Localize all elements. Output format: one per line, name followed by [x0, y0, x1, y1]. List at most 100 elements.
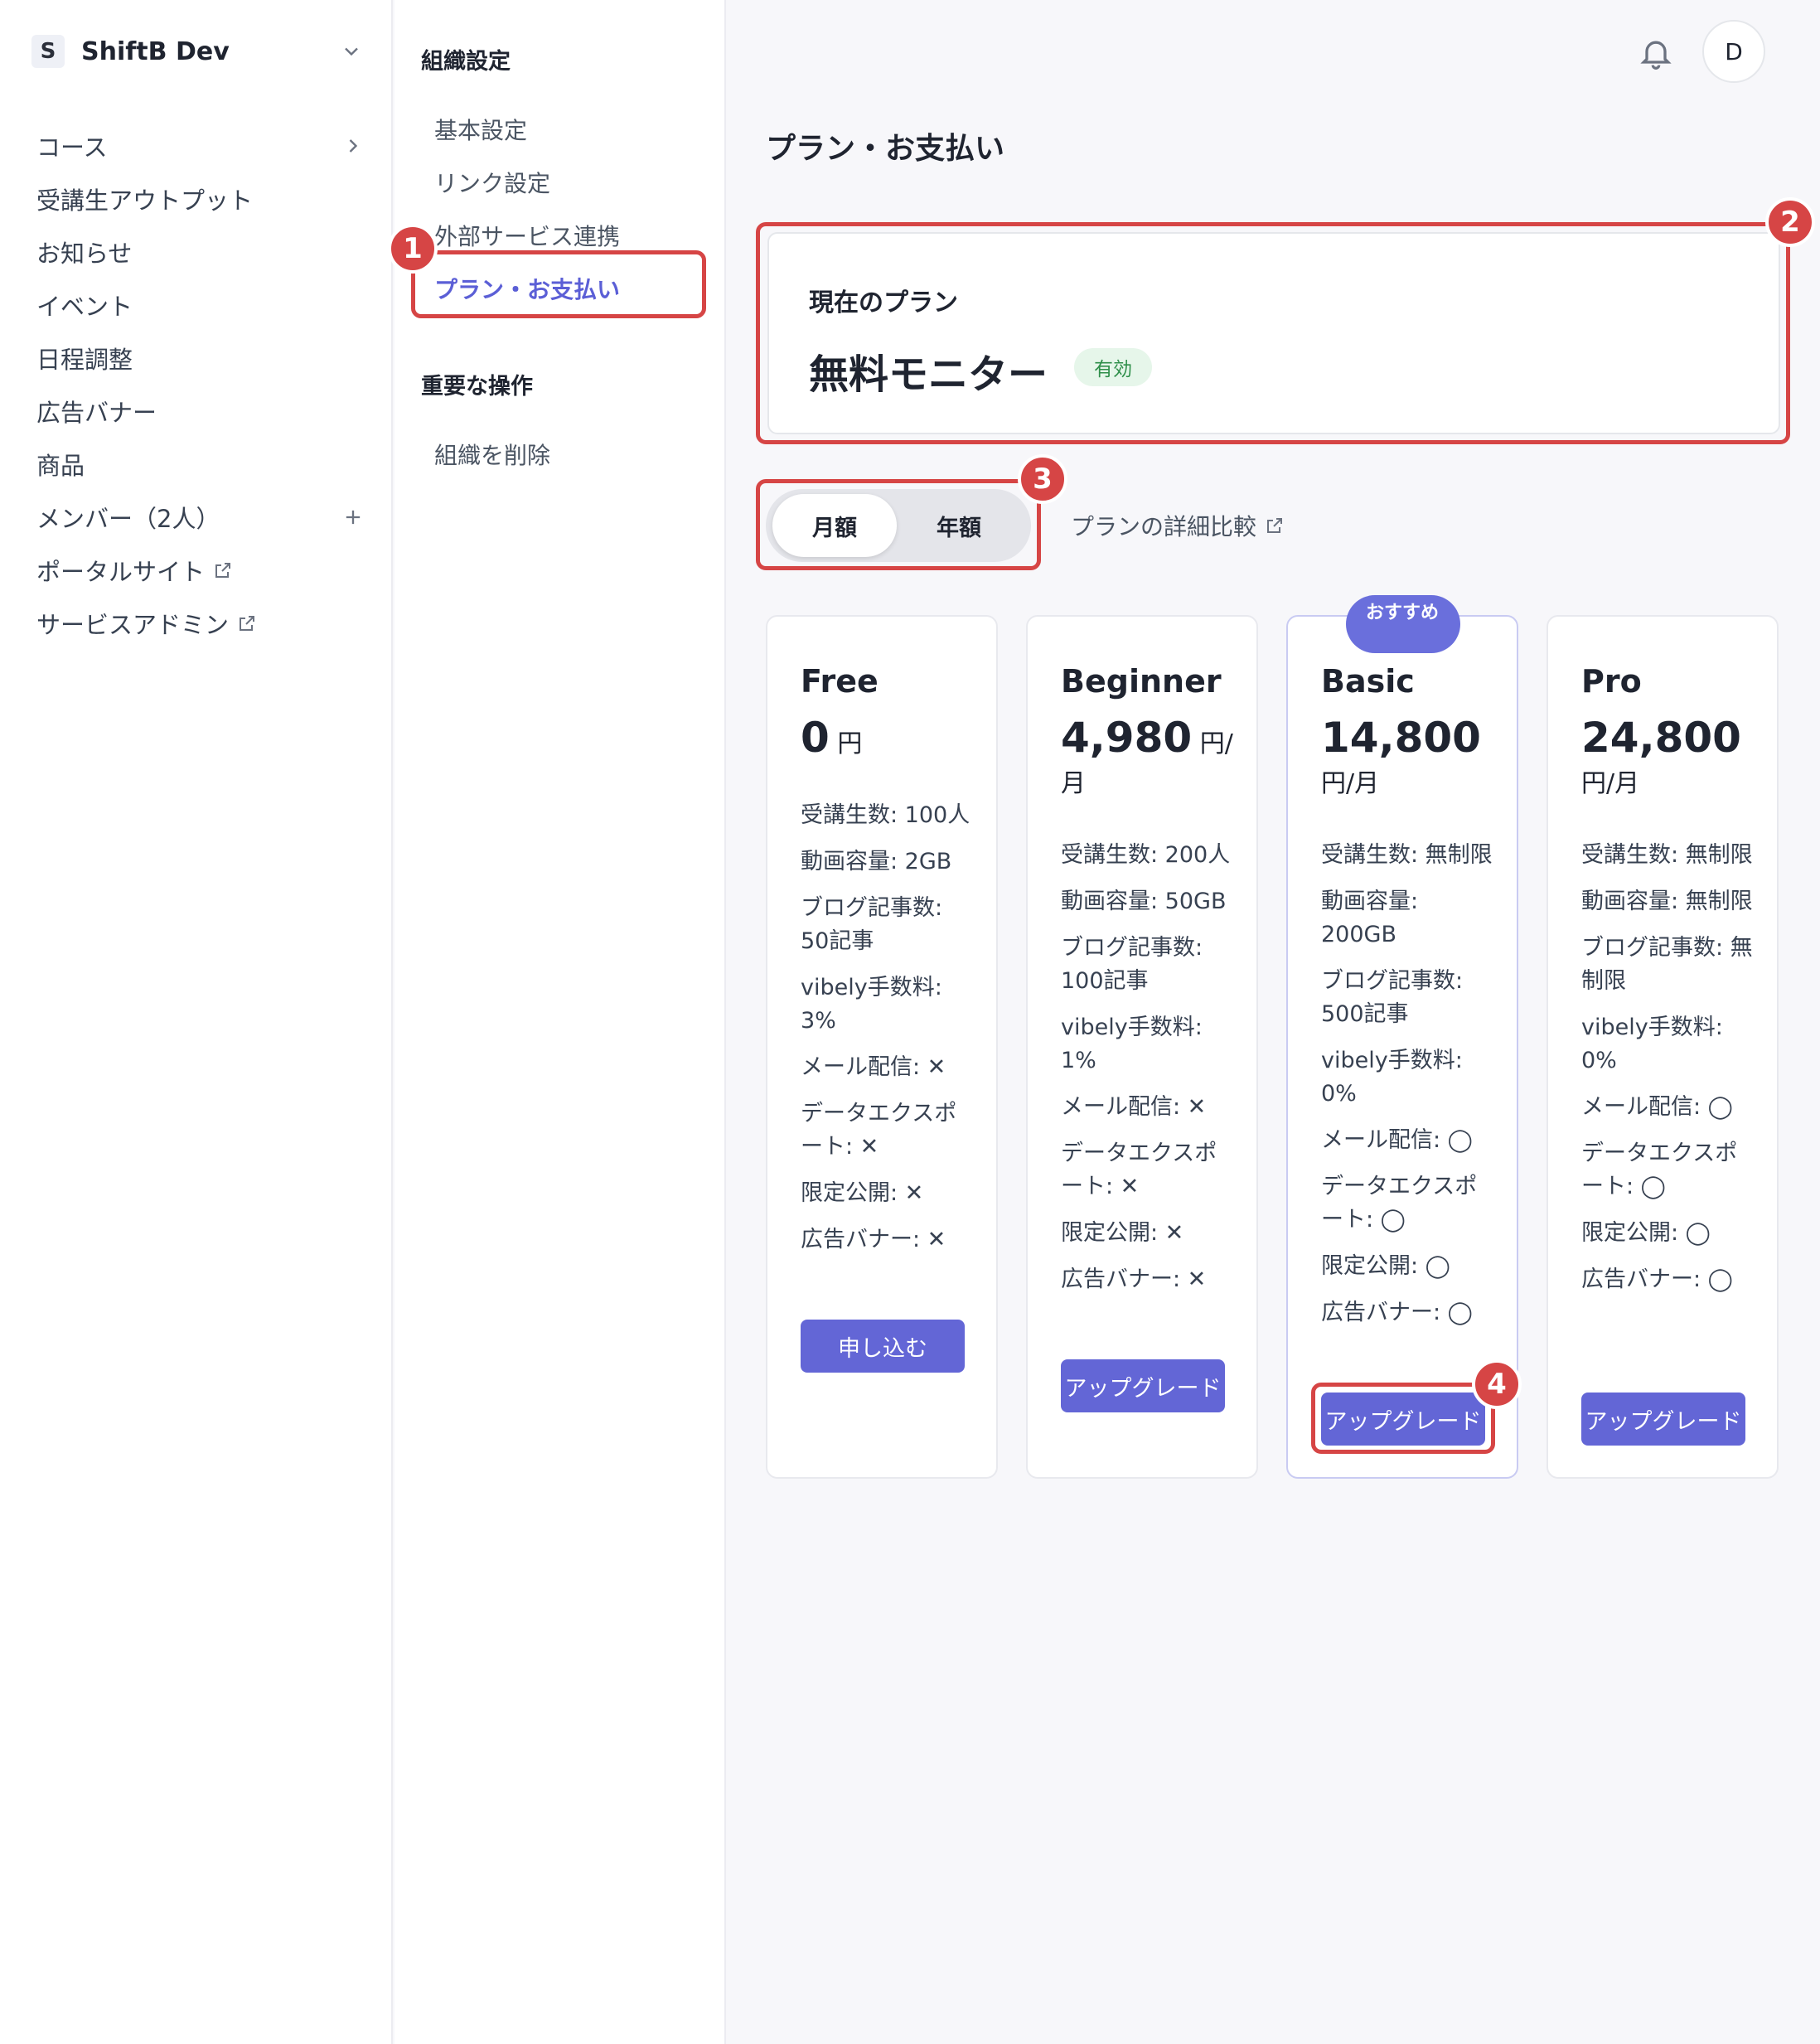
- settings-nav: 組織設定 基本設定 リンク設定 外部サービス連携 プラン・お支払い 重要な操作 …: [388, 0, 726, 2044]
- annotation-badge: 3: [1018, 454, 1067, 504]
- price-amount: 14,800: [1321, 714, 1481, 762]
- plan-card-beginner: Beginner 4,980 円/月 受講生数: 200人 動画容量: 50GB…: [1026, 615, 1258, 1479]
- nav-item-admin[interactable]: サービスアドミン: [36, 597, 365, 650]
- org-avatar: S: [31, 35, 65, 68]
- feature-item: vibely手数料: 1%: [1061, 1015, 1203, 1073]
- price-amount: 24,800: [1581, 714, 1741, 762]
- nav-label: 広告バナー: [36, 399, 157, 427]
- feature-item: データエクスポート: ✕: [1061, 1141, 1217, 1199]
- feature-item: 限定公開: ◯: [1321, 1253, 1450, 1279]
- plan-card-free: Free 0 円 受講生数: 100人 動画容量: 2GB ブログ記事数: 50…: [766, 615, 998, 1479]
- nav-item-outputs[interactable]: 受講生アウトプット: [36, 172, 365, 225]
- nav-label: ポータルサイト: [36, 558, 206, 586]
- plan-price: 14,800 円/月: [1321, 717, 1495, 804]
- feature-item: 限定公開: ✕: [1061, 1220, 1184, 1246]
- feature-item: 動画容量: 無制限: [1581, 889, 1753, 914]
- feature-item: データエクスポート: ◯: [1321, 1174, 1478, 1233]
- settings-item-external[interactable]: 外部サービス連携: [434, 219, 620, 252]
- plan-card-basic: おすすめ Basic 14,800 円/月 受講生数: 無制限 動画容量: 20…: [1286, 595, 1518, 1479]
- danger-heading: 重要な操作: [421, 374, 533, 400]
- settings-item-basic[interactable]: 基本設定: [434, 113, 527, 146]
- nav-label: 商品: [36, 452, 85, 480]
- feature-list: 受講生数: 200人 動画容量: 50GB ブログ記事数: 100記事 vibe…: [1061, 839, 1235, 1310]
- plan-name: Pro: [1581, 663, 1642, 700]
- chevron-down-icon: [345, 47, 358, 56]
- plus-icon[interactable]: [341, 506, 365, 529]
- external-link-icon: [215, 563, 231, 578]
- plan-price: 0 円: [801, 717, 975, 764]
- feature-item: vibely手数料: 0%: [1321, 1048, 1463, 1107]
- plan-price: 24,800 円/月: [1581, 717, 1755, 804]
- upgrade-button[interactable]: アップグレード: [1581, 1393, 1745, 1446]
- feature-item: ブログ記事数: 100記事: [1061, 935, 1203, 994]
- feature-list: 受講生数: 無制限 動画容量: 200GB ブログ記事数: 500記事 vibe…: [1321, 839, 1495, 1343]
- feature-item: 受講生数: 100人: [801, 802, 971, 828]
- nav-item-events[interactable]: イベント: [36, 279, 365, 332]
- feature-item: ブログ記事数: 500記事: [1321, 968, 1464, 1027]
- nav-item-members[interactable]: メンバー（2人）: [36, 491, 365, 544]
- highlight-box: [411, 250, 706, 318]
- highlight-box: [756, 222, 1790, 444]
- user-avatar[interactable]: D: [1702, 20, 1765, 83]
- nav-item-portal[interactable]: ポータルサイト: [36, 544, 365, 597]
- page-title: プラン・お支払い: [766, 132, 1005, 166]
- settings-item-delete[interactable]: 組織を削除: [434, 438, 550, 471]
- nav-label: サービスアドミン: [36, 611, 230, 639]
- upgrade-button[interactable]: アップグレード: [1061, 1359, 1225, 1412]
- recommended-badge: おすすめ: [1346, 595, 1460, 653]
- feature-item: メール配信: ◯: [1581, 1094, 1733, 1120]
- plan-price: 4,980 円/月: [1061, 717, 1235, 804]
- nav-label: お知らせ: [36, 240, 133, 268]
- plan-name: Free: [801, 663, 879, 700]
- nav-label: コース: [36, 133, 108, 162]
- feature-item: メール配信: ◯: [1321, 1127, 1473, 1153]
- apply-button[interactable]: 申し込む: [801, 1320, 965, 1373]
- external-link-icon: [1267, 518, 1283, 533]
- annotation-badge: 4: [1472, 1359, 1522, 1409]
- plan-card-pro: Pro 24,800 円/月 受講生数: 無制限 動画容量: 無制限 ブログ記事…: [1547, 615, 1779, 1479]
- settings-item-links[interactable]: リンク設定: [434, 166, 550, 199]
- feature-item: データエクスポート: ✕: [801, 1101, 957, 1160]
- feature-item: 動画容量: 200GB: [1321, 889, 1419, 947]
- plan-name: Beginner: [1061, 663, 1222, 700]
- settings-heading: 組織設定: [421, 49, 511, 75]
- price-amount: 4,980: [1061, 714, 1193, 762]
- org-switcher[interactable]: S ShiftB Dev: [31, 31, 363, 71]
- feature-item: 動画容量: 2GB: [801, 849, 952, 874]
- plan-compare-link[interactable]: プランの詳細比較: [1071, 509, 1285, 542]
- feature-item: メール配信: ✕: [801, 1054, 946, 1080]
- feature-item: データエクスポート: ◯: [1581, 1141, 1738, 1199]
- feature-item: 受講生数: 無制限: [1581, 842, 1753, 868]
- plan-name: Basic: [1321, 663, 1415, 700]
- feature-item: ブログ記事数: 無制限: [1581, 935, 1753, 994]
- main-nav: コース 受講生アウトプット お知らせ イベント 日程調整 広告バナー 商品 メン…: [36, 119, 365, 650]
- plan-compare-label: プランの詳細比較: [1071, 513, 1257, 540]
- nav-item-products[interactable]: 商品: [36, 438, 365, 491]
- feature-item: 広告バナー: ✕: [1061, 1267, 1207, 1292]
- feature-item: 広告バナー: ◯: [1321, 1300, 1473, 1325]
- bell-icon[interactable]: [1638, 35, 1674, 71]
- feature-item: vibely手数料: 3%: [801, 975, 942, 1034]
- feature-item: 動画容量: 50GB: [1061, 889, 1227, 914]
- feature-list: 受講生数: 無制限 動画容量: 無制限 ブログ記事数: 無制限 vibely手数…: [1581, 839, 1755, 1310]
- nav-label: メンバー（2人）: [36, 505, 220, 533]
- nav-label: イベント: [36, 293, 133, 321]
- price-unit: 円: [837, 729, 863, 758]
- nav-item-schedule[interactable]: 日程調整: [36, 332, 365, 385]
- nav-item-ads[interactable]: 広告バナー: [36, 385, 365, 438]
- price-unit: 円/月: [1321, 769, 1380, 798]
- external-link-icon: [240, 616, 255, 631]
- nav-item-courses[interactable]: コース: [36, 119, 365, 172]
- org-name: ShiftB Dev: [81, 36, 230, 66]
- annotation-badge: 1: [388, 224, 438, 274]
- feature-item: メール配信: ✕: [1061, 1094, 1207, 1120]
- feature-item: 受講生数: 無制限: [1321, 842, 1493, 868]
- highlight-box: [1311, 1383, 1495, 1454]
- nav-item-news[interactable]: お知らせ: [36, 225, 365, 279]
- price-amount: 0: [801, 714, 830, 762]
- feature-item: 広告バナー: ✕: [801, 1227, 946, 1252]
- feature-item: 限定公開: ◯: [1581, 1220, 1711, 1246]
- app-sidebar: S ShiftB Dev コース 受講生アウトプット お知らせ イベント 日程調…: [0, 0, 393, 2044]
- annotation-badge: 2: [1765, 197, 1815, 247]
- nav-label: 日程調整: [36, 346, 133, 374]
